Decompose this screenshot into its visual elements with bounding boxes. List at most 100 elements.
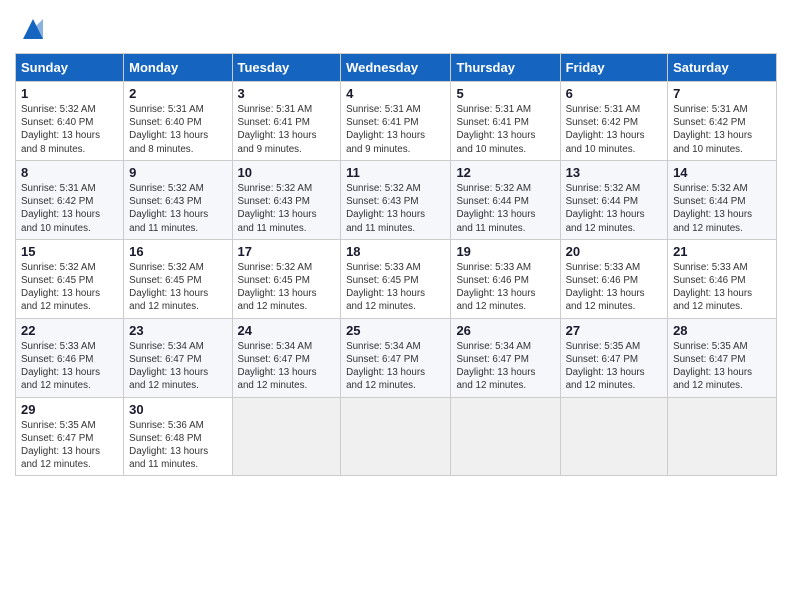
calendar-cell: 24 Sunrise: 5:34 AMSunset: 6:47 PMDayligh… <box>232 318 341 397</box>
calendar-cell: 15 Sunrise: 5:32 AMSunset: 6:45 PMDayligh… <box>16 239 124 318</box>
calendar-cell <box>668 397 777 476</box>
calendar-header-friday: Friday <box>560 54 667 82</box>
day-number: 17 <box>238 244 336 259</box>
day-number: 4 <box>346 86 445 101</box>
day-number: 30 <box>129 402 226 417</box>
day-number: 3 <box>238 86 336 101</box>
calendar-header-wednesday: Wednesday <box>341 54 451 82</box>
calendar-cell: 25 Sunrise: 5:34 AMSunset: 6:47 PMDayligh… <box>341 318 451 397</box>
day-info: Sunrise: 5:33 AMSunset: 6:45 PMDaylight:… <box>346 261 445 314</box>
day-info: Sunrise: 5:33 AMSunset: 6:46 PMDaylight:… <box>566 261 662 314</box>
calendar-header-tuesday: Tuesday <box>232 54 341 82</box>
day-number: 21 <box>673 244 771 259</box>
day-info: Sunrise: 5:34 AMSunset: 6:47 PMDaylight:… <box>456 340 554 393</box>
day-info: Sunrise: 5:31 AMSunset: 6:41 PMDaylight:… <box>456 103 554 156</box>
day-number: 24 <box>238 323 336 338</box>
day-number: 9 <box>129 165 226 180</box>
day-number: 13 <box>566 165 662 180</box>
day-number: 16 <box>129 244 226 259</box>
calendar-cell: 5 Sunrise: 5:31 AMSunset: 6:41 PMDaylight… <box>451 82 560 161</box>
day-info: Sunrise: 5:35 AMSunset: 6:47 PMDaylight:… <box>673 340 771 393</box>
day-number: 20 <box>566 244 662 259</box>
day-number: 6 <box>566 86 662 101</box>
day-info: Sunrise: 5:35 AMSunset: 6:47 PMDaylight:… <box>566 340 662 393</box>
page: SundayMondayTuesdayWednesdayThursdayFrid… <box>0 0 792 612</box>
day-number: 8 <box>21 165 118 180</box>
header <box>15 15 777 43</box>
day-number: 22 <box>21 323 118 338</box>
calendar-cell: 3 Sunrise: 5:31 AMSunset: 6:41 PMDaylight… <box>232 82 341 161</box>
calendar-cell <box>560 397 667 476</box>
calendar-cell: 20 Sunrise: 5:33 AMSunset: 6:46 PMDayligh… <box>560 239 667 318</box>
calendar-cell: 17 Sunrise: 5:32 AMSunset: 6:45 PMDayligh… <box>232 239 341 318</box>
day-number: 18 <box>346 244 445 259</box>
calendar-week-row: 8 Sunrise: 5:31 AMSunset: 6:42 PMDaylight… <box>16 160 777 239</box>
calendar-cell: 19Sunrise: 5:33 AMSunset: 6:46 PMDayligh… <box>451 239 560 318</box>
day-number: 23 <box>129 323 226 338</box>
day-info: Sunrise: 5:31 AMSunset: 6:40 PMDaylight:… <box>129 103 226 156</box>
calendar-table: SundayMondayTuesdayWednesdayThursdayFrid… <box>15 53 777 476</box>
day-info: Sunrise: 5:32 AMSunset: 6:43 PMDaylight:… <box>238 182 336 235</box>
day-info: Sunrise: 5:35 AMSunset: 6:47 PMDaylight:… <box>21 419 118 472</box>
day-info: Sunrise: 5:34 AMSunset: 6:47 PMDaylight:… <box>238 340 336 393</box>
day-info: Sunrise: 5:32 AMSunset: 6:43 PMDaylight:… <box>129 182 226 235</box>
calendar-week-row: 29 Sunrise: 5:35 AMSunset: 6:47 PMDayligh… <box>16 397 777 476</box>
day-info: Sunrise: 5:31 AMSunset: 6:41 PMDaylight:… <box>346 103 445 156</box>
calendar-week-row: 15 Sunrise: 5:32 AMSunset: 6:45 PMDayligh… <box>16 239 777 318</box>
day-info: Sunrise: 5:32 AMSunset: 6:43 PMDaylight:… <box>346 182 445 235</box>
calendar-cell: 30 Sunrise: 5:36 AMSunset: 6:48 PMDayligh… <box>124 397 232 476</box>
calendar-cell: 12 Sunrise: 5:32 AMSunset: 6:44 PMDayligh… <box>451 160 560 239</box>
day-info: Sunrise: 5:31 AMSunset: 6:42 PMDaylight:… <box>673 103 771 156</box>
calendar-cell: 4 Sunrise: 5:31 AMSunset: 6:41 PMDaylight… <box>341 82 451 161</box>
day-info: Sunrise: 5:34 AMSunset: 6:47 PMDaylight:… <box>346 340 445 393</box>
day-info: Sunrise: 5:33 AMSunset: 6:46 PMDaylight:… <box>456 261 554 314</box>
day-number: 10 <box>238 165 336 180</box>
calendar-cell: 29 Sunrise: 5:35 AMSunset: 6:47 PMDayligh… <box>16 397 124 476</box>
day-info: Sunrise: 5:32 AMSunset: 6:44 PMDaylight:… <box>456 182 554 235</box>
day-info: Sunrise: 5:34 AMSunset: 6:47 PMDaylight:… <box>129 340 226 393</box>
calendar-cell: 10 Sunrise: 5:32 AMSunset: 6:43 PMDayligh… <box>232 160 341 239</box>
calendar-cell: 1Sunrise: 5:32 AMSunset: 6:40 PMDaylight… <box>16 82 124 161</box>
calendar-cell: 8 Sunrise: 5:31 AMSunset: 6:42 PMDaylight… <box>16 160 124 239</box>
day-info: Sunrise: 5:36 AMSunset: 6:48 PMDaylight:… <box>129 419 226 472</box>
calendar-header-sunday: Sunday <box>16 54 124 82</box>
day-number: 1 <box>21 86 118 101</box>
day-info: Sunrise: 5:32 AMSunset: 6:45 PMDaylight:… <box>238 261 336 314</box>
calendar-cell <box>341 397 451 476</box>
calendar-header-thursday: Thursday <box>451 54 560 82</box>
day-info: Sunrise: 5:32 AMSunset: 6:44 PMDaylight:… <box>673 182 771 235</box>
day-number: 29 <box>21 402 118 417</box>
calendar-cell: 13 Sunrise: 5:32 AMSunset: 6:44 PMDayligh… <box>560 160 667 239</box>
calendar-cell: 6Sunrise: 5:31 AMSunset: 6:42 PMDaylight… <box>560 82 667 161</box>
day-number: 25 <box>346 323 445 338</box>
day-number: 15 <box>21 244 118 259</box>
day-number: 14 <box>673 165 771 180</box>
calendar-header-monday: Monday <box>124 54 232 82</box>
day-info: Sunrise: 5:31 AMSunset: 6:41 PMDaylight:… <box>238 103 336 156</box>
calendar-header-saturday: Saturday <box>668 54 777 82</box>
day-number: 27 <box>566 323 662 338</box>
day-info: Sunrise: 5:33 AMSunset: 6:46 PMDaylight:… <box>21 340 118 393</box>
calendar-cell: 11 Sunrise: 5:32 AMSunset: 6:43 PMDayligh… <box>341 160 451 239</box>
calendar-cell: 14 Sunrise: 5:32 AMSunset: 6:44 PMDayligh… <box>668 160 777 239</box>
logo-icon <box>19 15 47 43</box>
day-number: 28 <box>673 323 771 338</box>
calendar-cell: 2Sunrise: 5:31 AMSunset: 6:40 PMDaylight… <box>124 82 232 161</box>
day-number: 12 <box>456 165 554 180</box>
calendar-cell: 28 Sunrise: 5:35 AMSunset: 6:47 PMDayligh… <box>668 318 777 397</box>
calendar-cell: 26Sunrise: 5:34 AMSunset: 6:47 PMDayligh… <box>451 318 560 397</box>
calendar-week-row: 22 Sunrise: 5:33 AMSunset: 6:46 PMDayligh… <box>16 318 777 397</box>
calendar-cell: 23 Sunrise: 5:34 AMSunset: 6:47 PMDayligh… <box>124 318 232 397</box>
day-number: 11 <box>346 165 445 180</box>
day-number: 5 <box>456 86 554 101</box>
calendar-cell: 7 Sunrise: 5:31 AMSunset: 6:42 PMDaylight… <box>668 82 777 161</box>
day-number: 7 <box>673 86 771 101</box>
day-info: Sunrise: 5:32 AMSunset: 6:44 PMDaylight:… <box>566 182 662 235</box>
logo <box>15 15 47 43</box>
day-info: Sunrise: 5:32 AMSunset: 6:45 PMDaylight:… <box>21 261 118 314</box>
day-info: Sunrise: 5:31 AMSunset: 6:42 PMDaylight:… <box>21 182 118 235</box>
calendar-header-row: SundayMondayTuesdayWednesdayThursdayFrid… <box>16 54 777 82</box>
calendar-week-row: 1Sunrise: 5:32 AMSunset: 6:40 PMDaylight… <box>16 82 777 161</box>
day-info: Sunrise: 5:32 AMSunset: 6:45 PMDaylight:… <box>129 261 226 314</box>
calendar-cell <box>451 397 560 476</box>
